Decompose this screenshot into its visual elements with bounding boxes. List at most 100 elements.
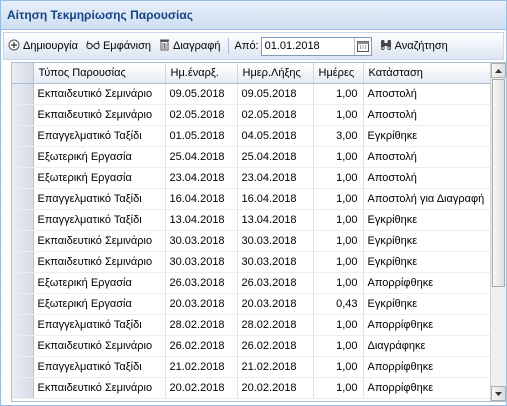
- row-selector[interactable]: [12, 167, 34, 189]
- column-header-status[interactable]: Κατάσταση: [363, 63, 491, 84]
- cell-status: Απορρίφθηκε: [363, 377, 491, 399]
- table-row[interactable]: Επαγγελματικό Ταξίδι 16.04.2018 16.04.2018…: [12, 188, 491, 210]
- cell-days: 0,43: [313, 293, 364, 315]
- panel-title: Αίτηση Τεκμηρίωσης Παρουσίας: [1, 1, 506, 30]
- delete-button[interactable]: Διαγραφή: [155, 35, 225, 57]
- cell-start-date: 23.04.2018: [165, 167, 238, 189]
- row-selector-header[interactable]: [12, 63, 34, 84]
- table-row[interactable]: Επαγγελματικό Ταξίδι 01.05.2018 04.05.2018…: [12, 125, 491, 147]
- row-selector[interactable]: [12, 125, 34, 147]
- table-row[interactable]: Εκπαιδευτικό Σεμινάριο 02.05.2018 02.05.20…: [12, 104, 491, 126]
- cell-days: 3,00: [313, 125, 364, 147]
- cell-end-date: 13.04.2018: [237, 209, 314, 231]
- row-selector[interactable]: [12, 272, 34, 294]
- cell-status: Διαγράφηκε: [363, 335, 491, 357]
- cell-end-date: 23.04.2018: [237, 167, 314, 189]
- table-row[interactable]: Εξωτερική Εργασία 25.04.2018 25.04.2018 1,0…: [12, 146, 491, 168]
- table-row[interactable]: Επαγγελματικό Ταξίδι 13.04.2018 13.04.2018…: [12, 209, 491, 231]
- cell-status: Απορρίφθηκε: [363, 272, 491, 294]
- cell-status: Αποστολή: [363, 104, 491, 126]
- cell-days: 1,00: [313, 230, 364, 252]
- cell-end-date: 16.04.2018: [237, 188, 314, 210]
- column-header-days[interactable]: Ημέρες: [313, 63, 364, 84]
- cell-type: Εξωτερική Εργασία: [33, 293, 166, 315]
- table-row[interactable]: Εκπαιδευτικό Σεμινάριο 30.03.2018 30.03.20…: [12, 251, 491, 273]
- cell-start-date: 09.05.2018: [165, 83, 238, 105]
- search-button[interactable]: Αναζήτηση: [376, 35, 452, 57]
- cell-end-date: 26.02.2018: [237, 335, 314, 357]
- cell-type: Επαγγελματικό Ταξίδι: [33, 356, 166, 378]
- cell-start-date: 26.02.2018: [165, 335, 238, 357]
- cell-start-date: 25.04.2018: [165, 146, 238, 168]
- cell-days: 1,00: [313, 335, 364, 357]
- cell-status: Εγκρίθηκε: [363, 125, 491, 147]
- row-selector[interactable]: [12, 188, 34, 210]
- attendance-table: Τύπος Παρουσίας Ημ.έναρξ. Ημερ.Λήξης Ημέ…: [12, 63, 491, 399]
- cell-start-date: 16.04.2018: [165, 188, 238, 210]
- cell-days: 1,00: [313, 146, 364, 168]
- create-button[interactable]: Δημιουργία: [4, 35, 82, 57]
- scroll-up-button[interactable]: [491, 63, 506, 78]
- table-row[interactable]: Εκπαιδευτικό Σεμινάριο 20.02.2018 20.02.20…: [12, 377, 491, 399]
- column-header-start-date[interactable]: Ημ.έναρξ.: [165, 63, 238, 84]
- cell-end-date: 21.02.2018: [237, 356, 314, 378]
- cell-end-date: 04.05.2018: [237, 125, 314, 147]
- cell-days: 1,00: [313, 251, 364, 273]
- cell-end-date: 30.03.2018: [237, 230, 314, 252]
- cell-days: 1,00: [313, 104, 364, 126]
- cell-type: Επαγγελματικό Ταξίδι: [33, 188, 166, 210]
- column-header-type[interactable]: Τύπος Παρουσίας: [33, 63, 166, 84]
- header-row: Τύπος Παρουσίας Ημ.έναρξ. Ημερ.Λήξης Ημέ…: [12, 63, 491, 84]
- cell-days: 1,00: [313, 272, 364, 294]
- table-row[interactable]: Εκπαιδευτικό Σεμινάριο 26.02.2018 26.02.20…: [12, 335, 491, 357]
- row-selector[interactable]: [12, 83, 34, 105]
- toolbar-separator: [227, 38, 229, 54]
- row-selector[interactable]: [12, 314, 34, 336]
- column-header-end-date[interactable]: Ημερ.Λήξης: [237, 63, 314, 84]
- calendar-icon[interactable]: [353, 37, 371, 55]
- cell-type: Εκπαιδευτικό Σεμινάριο: [33, 377, 166, 399]
- from-date-input[interactable]: [261, 38, 354, 54]
- cell-status: Εγκρίθηκε: [363, 209, 491, 231]
- row-selector[interactable]: [12, 293, 34, 315]
- table-row[interactable]: Εξωτερική Εργασία 23.04.2018 23.04.2018 1,0…: [12, 167, 491, 189]
- table-row[interactable]: Εκπαιδευτικό Σεμινάριο 30.03.2018 30.03.20…: [12, 230, 491, 252]
- vertical-scrollbar[interactable]: [490, 63, 506, 401]
- row-selector[interactable]: [12, 104, 34, 126]
- cell-status: Εγκρίθηκε: [363, 230, 491, 252]
- row-selector[interactable]: [12, 251, 34, 273]
- cell-start-date: 28.02.2018: [165, 314, 238, 336]
- cell-start-date: 20.03.2018: [165, 293, 238, 315]
- table-row[interactable]: Εξωτερική Εργασία 26.03.2018 26.03.2018 1,0…: [12, 272, 491, 294]
- row-selector[interactable]: [12, 377, 34, 399]
- row-selector[interactable]: [12, 230, 34, 252]
- cell-start-date: 30.03.2018: [165, 230, 238, 252]
- binoculars-icon: [380, 38, 395, 54]
- attendance-grid: Τύπος Παρουσίας Ημ.έναρξ. Ημερ.Λήξης Ημέ…: [11, 62, 507, 402]
- cell-end-date: 28.02.2018: [237, 314, 314, 336]
- search-label: Αναζήτηση: [394, 40, 448, 52]
- cell-start-date: 21.02.2018: [165, 356, 238, 378]
- table-body: Εκπαιδευτικό Σεμινάριο 09.05.2018 09.05.20…: [12, 83, 491, 399]
- from-date-field: [260, 36, 372, 56]
- row-selector[interactable]: [12, 146, 34, 168]
- cell-days: 1,00: [313, 314, 364, 336]
- scroll-down-button[interactable]: [491, 386, 506, 401]
- cell-type: Επαγγελματικό Ταξίδι: [33, 209, 166, 231]
- cell-type: Εξωτερική Εργασία: [33, 167, 166, 189]
- row-selector[interactable]: [12, 356, 34, 378]
- view-button[interactable]: Εμφάνιση: [82, 35, 155, 57]
- cell-status: Αποστολή: [363, 146, 491, 168]
- table-row[interactable]: Επαγγελματικό Ταξίδι 21.02.2018 21.02.2018…: [12, 356, 491, 378]
- plus-circle-icon: [8, 39, 23, 54]
- row-selector[interactable]: [12, 335, 34, 357]
- table-row[interactable]: Εξωτερική Εργασία 20.03.2018 20.03.2018 0,4…: [12, 293, 491, 315]
- cell-type: Εξωτερική Εργασία: [33, 146, 166, 168]
- row-selector[interactable]: [12, 209, 34, 231]
- table-row[interactable]: Εκπαιδευτικό Σεμινάριο 09.05.2018 09.05.20…: [12, 83, 491, 105]
- scroll-thumb[interactable]: [492, 79, 505, 287]
- table-row[interactable]: Επαγγελματικό Ταξίδι 28.02.2018 28.02.2018…: [12, 314, 491, 336]
- cell-end-date: 20.02.2018: [237, 377, 314, 399]
- delete-label: Διαγραφή: [172, 40, 221, 52]
- cell-status: Αποστολή για Διαγραφή: [363, 188, 491, 210]
